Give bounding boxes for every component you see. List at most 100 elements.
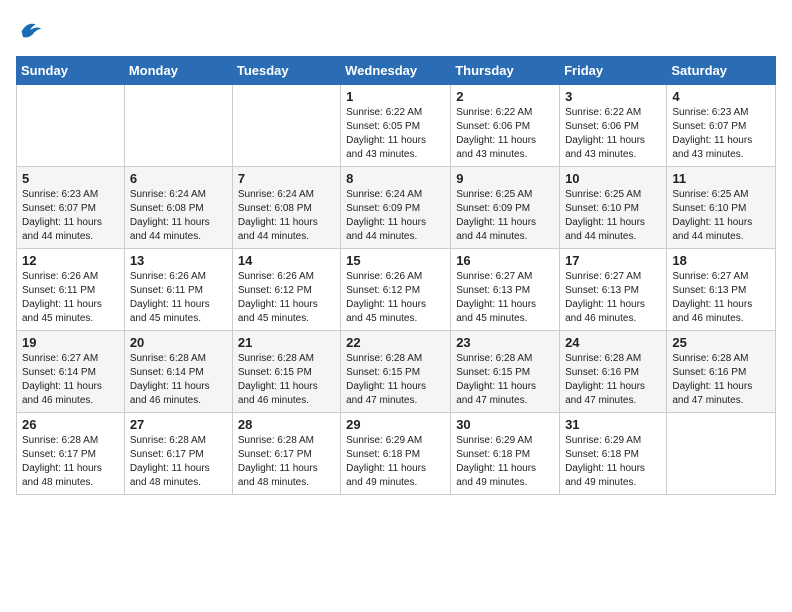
day-cell: 14 Sunrise: 6:26 AM Sunset: 6:12 PM Dayli… [232,249,340,331]
day-cell: 7 Sunrise: 6:24 AM Sunset: 6:08 PM Daylig… [232,167,340,249]
day-cell: 10 Sunrise: 6:25 AM Sunset: 6:10 PM Dayli… [560,167,667,249]
day-number: 18 [672,253,770,268]
day-cell: 21 Sunrise: 6:28 AM Sunset: 6:15 PM Dayli… [232,331,340,413]
day-info: Sunrise: 6:28 AM Sunset: 6:17 PM Dayligh… [22,434,119,490]
day-info: Sunrise: 6:28 AM Sunset: 6:16 PM Dayligh… [672,352,770,408]
day-number: 1 [346,89,445,104]
day-cell: 8 Sunrise: 6:24 AM Sunset: 6:09 PM Daylig… [341,167,451,249]
day-info: Sunrise: 6:26 AM Sunset: 6:11 PM Dayligh… [22,270,119,326]
weekday-header-thursday: Thursday [451,57,560,85]
day-cell: 18Sunrise: 6:27 AM Sunset: 6:13 PM Dayli… [667,249,776,331]
day-number: 29 [346,417,445,432]
day-number: 15 [346,253,445,268]
logo [16,16,48,44]
day-cell: 4 Sunrise: 6:23 AM Sunset: 6:07 PM Daylig… [667,85,776,167]
day-info: Sunrise: 6:25 AM Sunset: 6:10 PM Dayligh… [565,188,661,244]
week-row-5: 26 Sunrise: 6:28 AM Sunset: 6:17 PM Dayli… [17,413,776,495]
week-row-1: 1 Sunrise: 6:22 AM Sunset: 6:05 PM Daylig… [17,85,776,167]
day-number: 10 [565,171,661,186]
day-cell: 27 Sunrise: 6:28 AM Sunset: 6:17 PM Dayli… [124,413,232,495]
weekday-header-wednesday: Wednesday [341,57,451,85]
day-number: 5 [22,171,119,186]
day-info: Sunrise: 6:26 AM Sunset: 6:12 PM Dayligh… [238,270,335,326]
day-info: Sunrise: 6:28 AM Sunset: 6:17 PM Dayligh… [238,434,335,490]
day-info: Sunrise: 6:26 AM Sunset: 6:12 PM Dayligh… [346,270,445,326]
day-cell: 31 Sunrise: 6:29 AM Sunset: 6:18 PM Dayli… [560,413,667,495]
day-cell: 20 Sunrise: 6:28 AM Sunset: 6:14 PM Dayli… [124,331,232,413]
weekday-header-monday: Monday [124,57,232,85]
weekday-header-saturday: Saturday [667,57,776,85]
day-cell [124,85,232,167]
day-number: 23 [456,335,554,350]
day-info: Sunrise: 6:28 AM Sunset: 6:15 PM Dayligh… [456,352,554,408]
day-number: 11 [672,171,770,186]
day-number: 21 [238,335,335,350]
day-info: Sunrise: 6:28 AM Sunset: 6:15 PM Dayligh… [238,352,335,408]
day-number: 13 [130,253,227,268]
day-cell: 26 Sunrise: 6:28 AM Sunset: 6:17 PM Dayli… [17,413,125,495]
day-cell [667,413,776,495]
day-info: Sunrise: 6:28 AM Sunset: 6:14 PM Dayligh… [130,352,227,408]
day-info: Sunrise: 6:22 AM Sunset: 6:05 PM Dayligh… [346,106,445,162]
day-cell: 11 Sunrise: 6:25 AM Sunset: 6:10 PM Dayli… [667,167,776,249]
day-number: 4 [672,89,770,104]
day-cell: 19 Sunrise: 6:27 AM Sunset: 6:14 PM Dayli… [17,331,125,413]
day-number: 12 [22,253,119,268]
day-info: Sunrise: 6:28 AM Sunset: 6:15 PM Dayligh… [346,352,445,408]
day-cell: 16 Sunrise: 6:27 AM Sunset: 6:13 PM Dayli… [451,249,560,331]
day-number: 19 [22,335,119,350]
day-number: 30 [456,417,554,432]
day-number: 9 [456,171,554,186]
day-cell: 5Sunrise: 6:23 AM Sunset: 6:07 PM Daylig… [17,167,125,249]
day-cell: 17Sunrise: 6:27 AM Sunset: 6:13 PM Dayli… [560,249,667,331]
day-info: Sunrise: 6:26 AM Sunset: 6:11 PM Dayligh… [130,270,227,326]
day-number: 3 [565,89,661,104]
logo-bird-icon [16,16,44,44]
day-cell: 22 Sunrise: 6:28 AM Sunset: 6:15 PM Dayli… [341,331,451,413]
day-info: Sunrise: 6:25 AM Sunset: 6:09 PM Dayligh… [456,188,554,244]
day-number: 27 [130,417,227,432]
day-number: 20 [130,335,227,350]
day-cell: 6Sunrise: 6:24 AM Sunset: 6:08 PM Daylig… [124,167,232,249]
day-cell: 3 Sunrise: 6:22 AM Sunset: 6:06 PM Daylig… [560,85,667,167]
day-number: 16 [456,253,554,268]
day-number: 28 [238,417,335,432]
day-number: 8 [346,171,445,186]
day-cell: 15 Sunrise: 6:26 AM Sunset: 6:12 PM Dayli… [341,249,451,331]
day-info: Sunrise: 6:29 AM Sunset: 6:18 PM Dayligh… [346,434,445,490]
day-info: Sunrise: 6:22 AM Sunset: 6:06 PM Dayligh… [456,106,554,162]
day-number: 17 [565,253,661,268]
weekday-header-row: SundayMondayTuesdayWednesdayThursdayFrid… [17,57,776,85]
day-cell: 12 Sunrise: 6:26 AM Sunset: 6:11 PM Dayli… [17,249,125,331]
day-number: 6 [130,171,227,186]
day-number: 26 [22,417,119,432]
weekday-header-sunday: Sunday [17,57,125,85]
day-number: 2 [456,89,554,104]
weekday-header-tuesday: Tuesday [232,57,340,85]
day-cell [232,85,340,167]
day-info: Sunrise: 6:29 AM Sunset: 6:18 PM Dayligh… [456,434,554,490]
page-header [16,16,776,44]
day-cell: 28 Sunrise: 6:28 AM Sunset: 6:17 PM Dayli… [232,413,340,495]
day-info: Sunrise: 6:29 AM Sunset: 6:18 PM Dayligh… [565,434,661,490]
day-info: Sunrise: 6:24 AM Sunset: 6:09 PM Dayligh… [346,188,445,244]
day-info: Sunrise: 6:23 AM Sunset: 6:07 PM Dayligh… [672,106,770,162]
day-number: 24 [565,335,661,350]
day-number: 14 [238,253,335,268]
day-cell: 9 Sunrise: 6:25 AM Sunset: 6:09 PM Daylig… [451,167,560,249]
day-number: 7 [238,171,335,186]
day-cell: 24Sunrise: 6:28 AM Sunset: 6:16 PM Dayli… [560,331,667,413]
day-info: Sunrise: 6:22 AM Sunset: 6:06 PM Dayligh… [565,106,661,162]
day-number: 31 [565,417,661,432]
day-cell: 1 Sunrise: 6:22 AM Sunset: 6:05 PM Daylig… [341,85,451,167]
day-number: 25 [672,335,770,350]
day-info: Sunrise: 6:27 AM Sunset: 6:14 PM Dayligh… [22,352,119,408]
day-cell: 2 Sunrise: 6:22 AM Sunset: 6:06 PM Daylig… [451,85,560,167]
day-info: Sunrise: 6:27 AM Sunset: 6:13 PM Dayligh… [456,270,554,326]
day-info: Sunrise: 6:25 AM Sunset: 6:10 PM Dayligh… [672,188,770,244]
day-number: 22 [346,335,445,350]
day-cell: 29 Sunrise: 6:29 AM Sunset: 6:18 PM Dayli… [341,413,451,495]
day-cell: 23 Sunrise: 6:28 AM Sunset: 6:15 PM Dayli… [451,331,560,413]
day-info: Sunrise: 6:28 AM Sunset: 6:17 PM Dayligh… [130,434,227,490]
day-info: Sunrise: 6:24 AM Sunset: 6:08 PM Dayligh… [238,188,335,244]
